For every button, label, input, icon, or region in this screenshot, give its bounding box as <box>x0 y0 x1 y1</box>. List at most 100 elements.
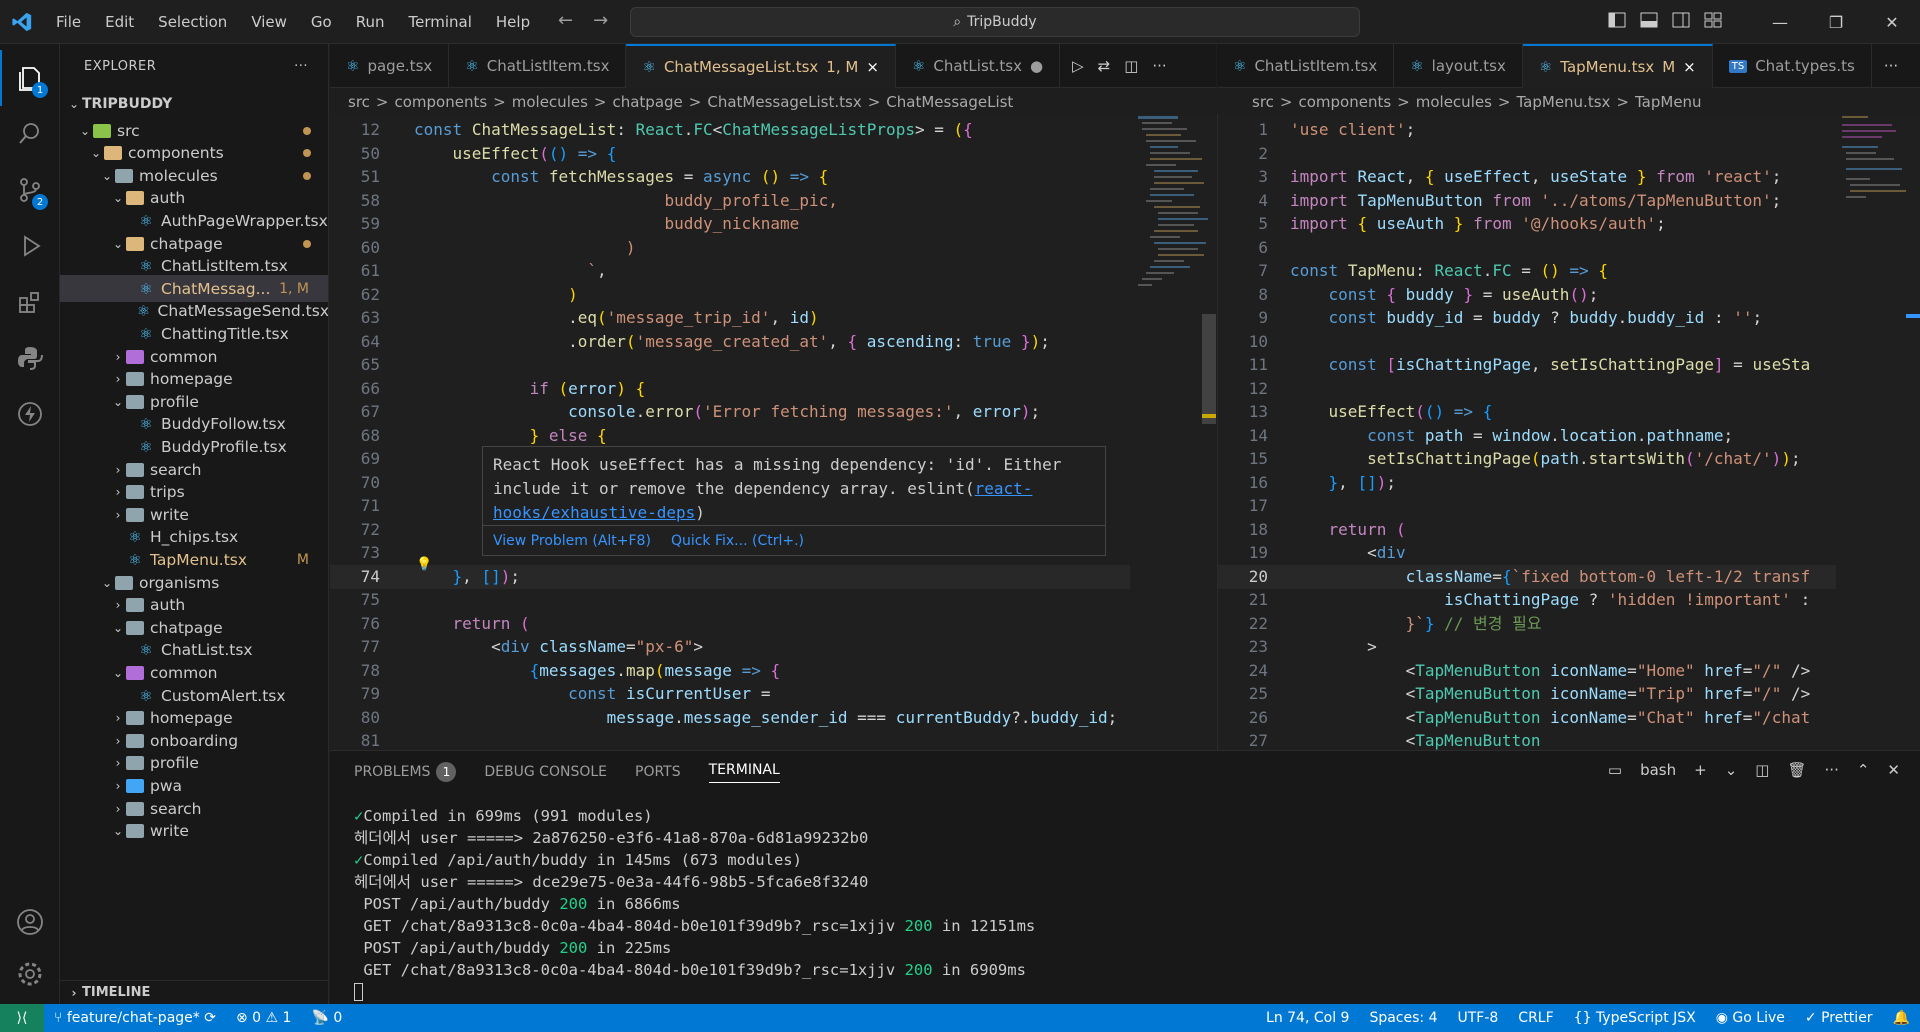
terminal-line: GET /chat/8a9313c8-0c0a-4ba4-804d-b0e101… <box>354 915 1035 937</box>
panel-tab-debug-console[interactable]: DEBUG CONSOLE <box>484 764 607 780</box>
customize-layout-icon[interactable] <box>1704 12 1722 32</box>
branch-indicator[interactable]: ⑂ feature/chat-page* ⟳ <box>44 1010 226 1026</box>
maximize-button[interactable]: ❐ <box>1808 13 1864 32</box>
line-number: 16 <box>1248 472 1268 492</box>
more-actions-icon[interactable]: ··· <box>294 59 308 74</box>
more-actions-icon[interactable]: ··· <box>1825 761 1839 779</box>
python-icon[interactable] <box>0 330 60 386</box>
editor-tab[interactable]: ⚛ ChatList.tsx ● <box>896 44 1061 88</box>
toggle-sidebar-icon[interactable] <box>1608 12 1626 32</box>
project-root[interactable]: ⌄ TRIPBUDDY <box>60 90 328 117</box>
line-number: 20 <box>1248 566 1268 586</box>
breadcrumb-item[interactable]: TapMenu.tsx <box>1516 93 1610 111</box>
menu-item-selection[interactable]: Selection <box>146 13 239 31</box>
view-problem-link[interactable]: View Problem (Alt+F8) <box>493 533 651 549</box>
extensions-icon[interactable] <box>0 274 60 330</box>
new-terminal-icon[interactable]: + <box>1694 761 1707 779</box>
account-icon[interactable] <box>0 894 60 950</box>
close-icon[interactable]: × <box>1683 58 1696 76</box>
breadcrumb-item[interactable]: chatpage <box>612 93 682 111</box>
code-line: 20 className={`fixed bottom-0 left-1/2 t… <box>1218 564 1920 589</box>
explorer-icon[interactable]: 1 <box>0 50 60 106</box>
breadcrumb-item[interactable]: ChatMessageList.tsx <box>707 93 861 111</box>
toggle-secondary-sidebar-icon[interactable] <box>1672 12 1690 32</box>
notifications-bell-icon[interactable]: 🔔 <box>1883 1010 1920 1026</box>
breadcrumb-item[interactable]: molecules <box>512 93 588 111</box>
compare-changes-icon[interactable]: ⇄ <box>1098 57 1111 75</box>
unsaved-dot-icon[interactable]: ● <box>1030 57 1043 75</box>
close-icon[interactable]: × <box>866 58 879 76</box>
indentation[interactable]: Spaces: 4 <box>1359 1010 1447 1026</box>
menu-item-edit[interactable]: Edit <box>93 13 146 31</box>
breadcrumb-item[interactable]: src <box>1252 93 1274 111</box>
run-debug-icon[interactable] <box>0 218 60 274</box>
editor-tab[interactable]: ⚛ layout.tsx <box>1394 44 1523 88</box>
breadcrumb-item[interactable]: components <box>1298 93 1391 111</box>
go-live-button[interactable]: ◉ Go Live <box>1706 1010 1795 1026</box>
toggle-panel-icon[interactable] <box>1640 12 1658 32</box>
chevron-down-icon[interactable]: ⌄ <box>1725 761 1738 779</box>
left-code-editor[interactable]: 12 const ChatMessageList: React.FC<ChatMe… <box>330 114 1216 750</box>
breadcrumb-item[interactable]: TapMenu <box>1635 93 1702 111</box>
breadcrumb-item[interactable]: components <box>394 93 487 111</box>
tab-label: page.tsx <box>367 57 433 75</box>
close-panel-icon[interactable]: ✕ <box>1887 761 1900 779</box>
shell-name[interactable]: bash <box>1640 761 1676 779</box>
right-minimap[interactable] <box>1836 114 1920 750</box>
more-actions-icon[interactable]: ··· <box>1884 57 1898 75</box>
more-actions-icon[interactable]: ··· <box>1152 57 1166 75</box>
panel-tab-ports[interactable]: PORTS <box>635 764 681 780</box>
lightning-icon[interactable] <box>0 386 60 442</box>
folder-item[interactable]: ⌄ write <box>60 818 328 845</box>
terminal-output[interactable]: ✓Compiled in 699ms (991 modules) 헤더에서 use… <box>354 805 1035 1001</box>
split-editor-icon[interactable]: ◫ <box>1124 57 1138 75</box>
right-code-editor[interactable]: 1'use client'; 2 3 import React, { useEffec… <box>1217 114 1920 750</box>
trash-icon[interactable]: 🗑 <box>1787 761 1806 779</box>
timeline-section[interactable]: › TIMELINE <box>60 980 328 1004</box>
split-terminal-icon[interactable]: ◫ <box>1755 761 1769 779</box>
panel-tab-terminal[interactable]: TERMINAL <box>708 762 780 783</box>
code-line: 61 `, <box>330 259 1216 283</box>
cursor-position[interactable]: Ln 74, Col 9 <box>1256 1010 1359 1026</box>
maximize-panel-icon[interactable]: ⌃ <box>1857 761 1870 779</box>
activity-bar: 1 2 <box>0 44 60 1004</box>
editor-tab[interactable]: ⚛ page.tsx <box>330 44 450 88</box>
menu-item-help[interactable]: Help <box>484 13 542 31</box>
settings-gear-icon[interactable] <box>0 946 60 1002</box>
hover-message: React Hook useEffect has a missing depen… <box>483 447 1105 531</box>
search-icon[interactable] <box>0 106 60 162</box>
editor-tab[interactable]: TS Chat.types.ts <box>1713 44 1872 88</box>
breadcrumb-item[interactable]: ChatMessageList <box>886 93 1013 111</box>
encoding[interactable]: UTF-8 <box>1447 1010 1508 1026</box>
tree-item-label: organisms <box>139 573 220 592</box>
quick-fix-link[interactable]: Quick Fix... (Ctrl+.) <box>671 533 804 549</box>
line-ending[interactable]: CRLF <box>1508 1010 1563 1026</box>
remote-icon[interactable]: ⟩⟨ <box>0 1004 44 1032</box>
menu-item-file[interactable]: File <box>44 13 93 31</box>
minimize-button[interactable]: — <box>1752 13 1808 32</box>
source-control-icon[interactable]: 2 <box>0 162 60 218</box>
menu-item-view[interactable]: View <box>239 13 299 31</box>
menu-item-run[interactable]: Run <box>344 13 397 31</box>
problems-indicator[interactable]: ⊗ 0 ⚠ 1 <box>226 1010 301 1026</box>
ports-indicator[interactable]: 📡 0 <box>301 1010 352 1026</box>
editor-tab[interactable]: ⚛ ChatListItem.tsx <box>1217 44 1395 88</box>
editor-tab[interactable]: ⚛ ChatMessageList.tsx 1, M × <box>626 44 896 88</box>
panel-tab-problems[interactable]: PROBLEMS 1 <box>354 762 457 782</box>
command-center-search[interactable]: ⌕ TripBuddy <box>630 7 1360 37</box>
run-icon[interactable]: ▷ <box>1072 57 1084 75</box>
language-mode[interactable]: {} TypeScript JSX <box>1564 1010 1706 1026</box>
breadcrumb-item[interactable]: molecules <box>1416 93 1492 111</box>
menu-item-terminal[interactable]: Terminal <box>397 13 484 31</box>
breadcrumb-item[interactable]: src <box>348 93 370 111</box>
lightbulb-icon[interactable]: 💡 <box>416 557 432 572</box>
editor-tab[interactable]: ⚛ TapMenu.tsx M × <box>1522 44 1713 88</box>
left-minimap[interactable] <box>1130 114 1216 750</box>
minimap-slider[interactable] <box>1202 314 1216 424</box>
close-window-button[interactable]: ✕ <box>1864 13 1920 32</box>
editor-tab[interactable]: ⚛ ChatListItem.tsx <box>449 44 627 88</box>
back-arrow-icon[interactable]: ← <box>558 10 573 31</box>
menu-item-go[interactable]: Go <box>299 13 344 31</box>
forward-arrow-icon[interactable]: → <box>593 10 608 31</box>
prettier-status[interactable]: ✓ Prettier <box>1795 1010 1883 1026</box>
